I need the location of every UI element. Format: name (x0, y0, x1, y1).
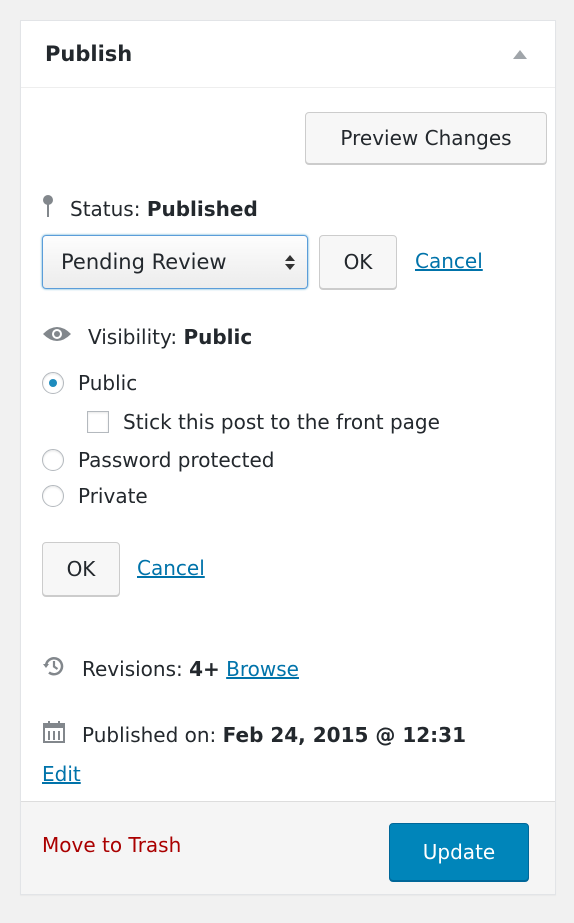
revisions-label: Revisions: (82, 656, 183, 681)
private-radio[interactable] (42, 485, 64, 507)
visibility-value: Public (183, 324, 253, 349)
calendar-icon (42, 720, 66, 749)
status-label: Status: (70, 196, 141, 221)
private-label: Private (78, 484, 148, 508)
pin-icon (42, 194, 54, 223)
published-row: Published on: Feb 24, 2015 @ 12:31 (42, 720, 466, 749)
visibility-ok-button[interactable]: OK (42, 542, 120, 596)
preview-changes-button[interactable]: Preview Changes (305, 112, 547, 164)
visibility-option-private[interactable]: Private (42, 484, 148, 508)
visibility-option-password[interactable]: Password protected (42, 448, 274, 472)
publish-header[interactable]: Publish (21, 21, 555, 88)
publish-footer: Move to Trash Update (21, 801, 555, 894)
status-cancel-link[interactable]: Cancel (415, 249, 483, 273)
sticky-label: Stick this post to the front page (123, 410, 440, 434)
visibility-row: Visibility: Public (42, 324, 252, 349)
published-label: Published on: (82, 722, 217, 747)
password-radio[interactable] (42, 449, 64, 471)
visibility-cancel-link[interactable]: Cancel (137, 556, 205, 580)
status-ok-button[interactable]: OK (319, 235, 397, 289)
update-button[interactable]: Update (389, 823, 529, 881)
select-arrows-icon (285, 254, 295, 270)
visibility-option-public[interactable]: Public (42, 371, 137, 395)
revisions-browse-link[interactable]: Browse (226, 657, 299, 681)
published-edit-link[interactable]: Edit (42, 762, 81, 786)
status-select-value: Pending Review (61, 250, 227, 274)
public-label: Public (78, 371, 138, 395)
visibility-label: Visibility: (88, 324, 178, 349)
sticky-checkbox[interactable] (87, 411, 109, 433)
password-label: Password protected (78, 448, 275, 472)
published-date: Feb 24, 2015 @ 12:31 (222, 722, 466, 747)
collapse-arrow-icon[interactable] (513, 49, 527, 59)
revisions-count: 4+ (189, 656, 220, 681)
public-radio[interactable] (42, 372, 64, 394)
sticky-option[interactable]: Stick this post to the front page (87, 410, 440, 434)
eye-icon (42, 324, 72, 349)
history-icon (42, 654, 66, 683)
status-row: Status: Published (42, 194, 258, 223)
move-to-trash-link[interactable]: Move to Trash (42, 833, 181, 857)
panel-title: Publish (45, 42, 133, 66)
status-select[interactable]: Pending Review (42, 235, 308, 289)
status-value: Published (146, 196, 258, 221)
publish-box: Publish Preview Changes Status: Publishe… (20, 20, 556, 895)
revisions-row: Revisions: 4+ Browse (42, 654, 299, 683)
